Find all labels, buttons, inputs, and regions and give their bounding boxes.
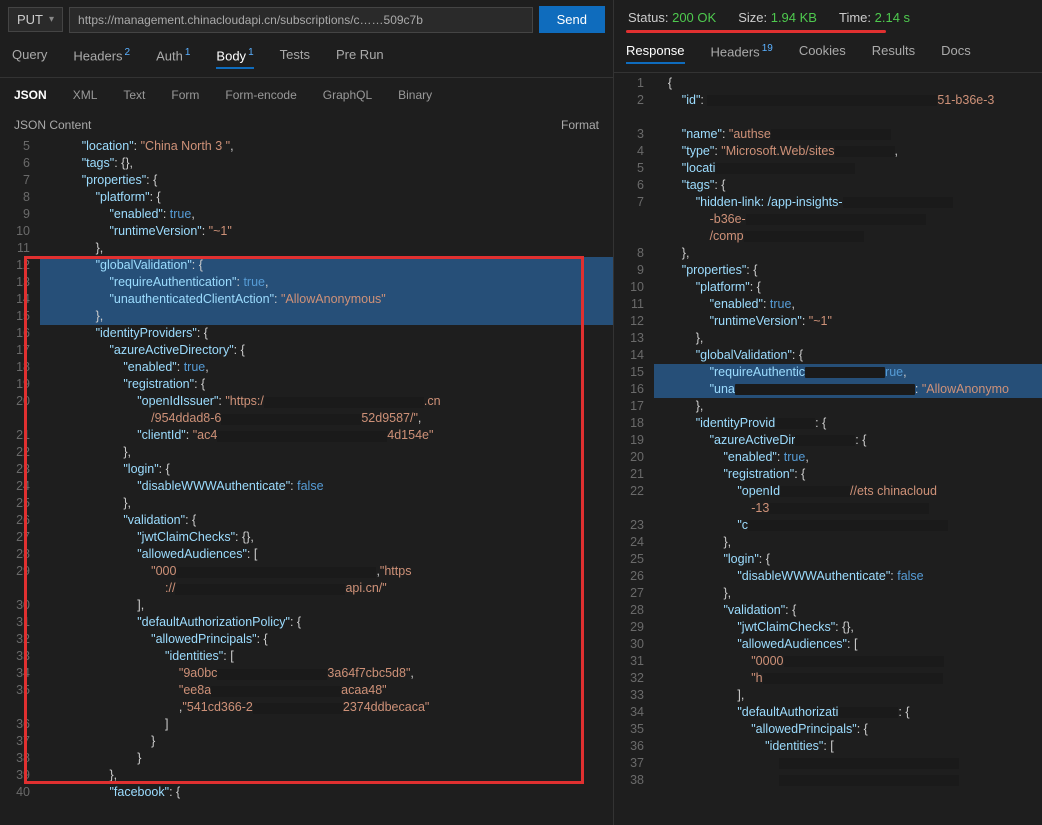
request-tabs: Query Headers2 Auth1 Body1 Tests Pre Run bbox=[0, 39, 613, 78]
tab-response[interactable]: Response bbox=[626, 43, 685, 64]
response-body-viewer[interactable]: 1 {2 "id": 51-b36e-3 3 "name": "authse4 … bbox=[614, 73, 1042, 825]
request-bar: PUT ▾ Send bbox=[0, 0, 613, 39]
method-select[interactable]: PUT ▾ bbox=[8, 7, 63, 32]
response-tabs: Response Headers19 Cookies Results Docs bbox=[614, 35, 1042, 73]
format-link[interactable]: Format bbox=[561, 118, 599, 132]
subtab-text[interactable]: Text bbox=[123, 88, 145, 102]
time-field: Time: 2.14 s bbox=[839, 10, 910, 25]
subtab-xml[interactable]: XML bbox=[73, 88, 98, 102]
chevron-down-icon: ▾ bbox=[49, 14, 54, 25]
body-content-header: JSON Content Format bbox=[0, 112, 613, 136]
size-field: Size: 1.94 KB bbox=[738, 10, 817, 25]
subtab-json[interactable]: JSON bbox=[14, 88, 47, 102]
tab-headers[interactable]: Headers2 bbox=[73, 47, 130, 69]
send-button[interactable]: Send bbox=[539, 6, 605, 33]
tab-query[interactable]: Query bbox=[12, 47, 47, 69]
tab-cookies[interactable]: Cookies bbox=[799, 43, 846, 64]
subtab-binary[interactable]: Binary bbox=[398, 88, 432, 102]
tab-pre-run[interactable]: Pre Run bbox=[336, 47, 384, 69]
status-field: Status: 200 OK bbox=[628, 10, 716, 25]
status-bar: Status: 200 OK Size: 1.94 KB Time: 2.14 … bbox=[614, 0, 1042, 35]
request-pane: PUT ▾ Send Query Headers2 Auth1 Body1 Tests P… bbox=[0, 0, 614, 825]
tab-results[interactable]: Results bbox=[872, 43, 915, 64]
tab-body[interactable]: Body1 bbox=[216, 47, 253, 69]
request-body-editor[interactable]: 5 "location": "China North 3 ",6 "tags":… bbox=[0, 136, 613, 825]
tab-tests[interactable]: Tests bbox=[280, 47, 310, 69]
body-subtabs: JSON XML Text Form Form-encode GraphQL Binary bbox=[0, 78, 613, 112]
tab-headers[interactable]: Headers19 bbox=[711, 43, 773, 64]
subtab-graphql[interactable]: GraphQL bbox=[323, 88, 372, 102]
subtab-form-encode[interactable]: Form-encode bbox=[225, 88, 296, 102]
tab-auth[interactable]: Auth1 bbox=[156, 47, 190, 69]
response-pane: Status: 200 OK Size: 1.94 KB Time: 2.14 … bbox=[614, 0, 1042, 825]
method-value: PUT bbox=[17, 12, 43, 27]
content-label: JSON Content bbox=[14, 118, 91, 132]
subtab-form[interactable]: Form bbox=[171, 88, 199, 102]
tab-docs[interactable]: Docs bbox=[941, 43, 971, 64]
underline-annotation-icon bbox=[626, 30, 886, 33]
url-input[interactable] bbox=[69, 7, 533, 33]
